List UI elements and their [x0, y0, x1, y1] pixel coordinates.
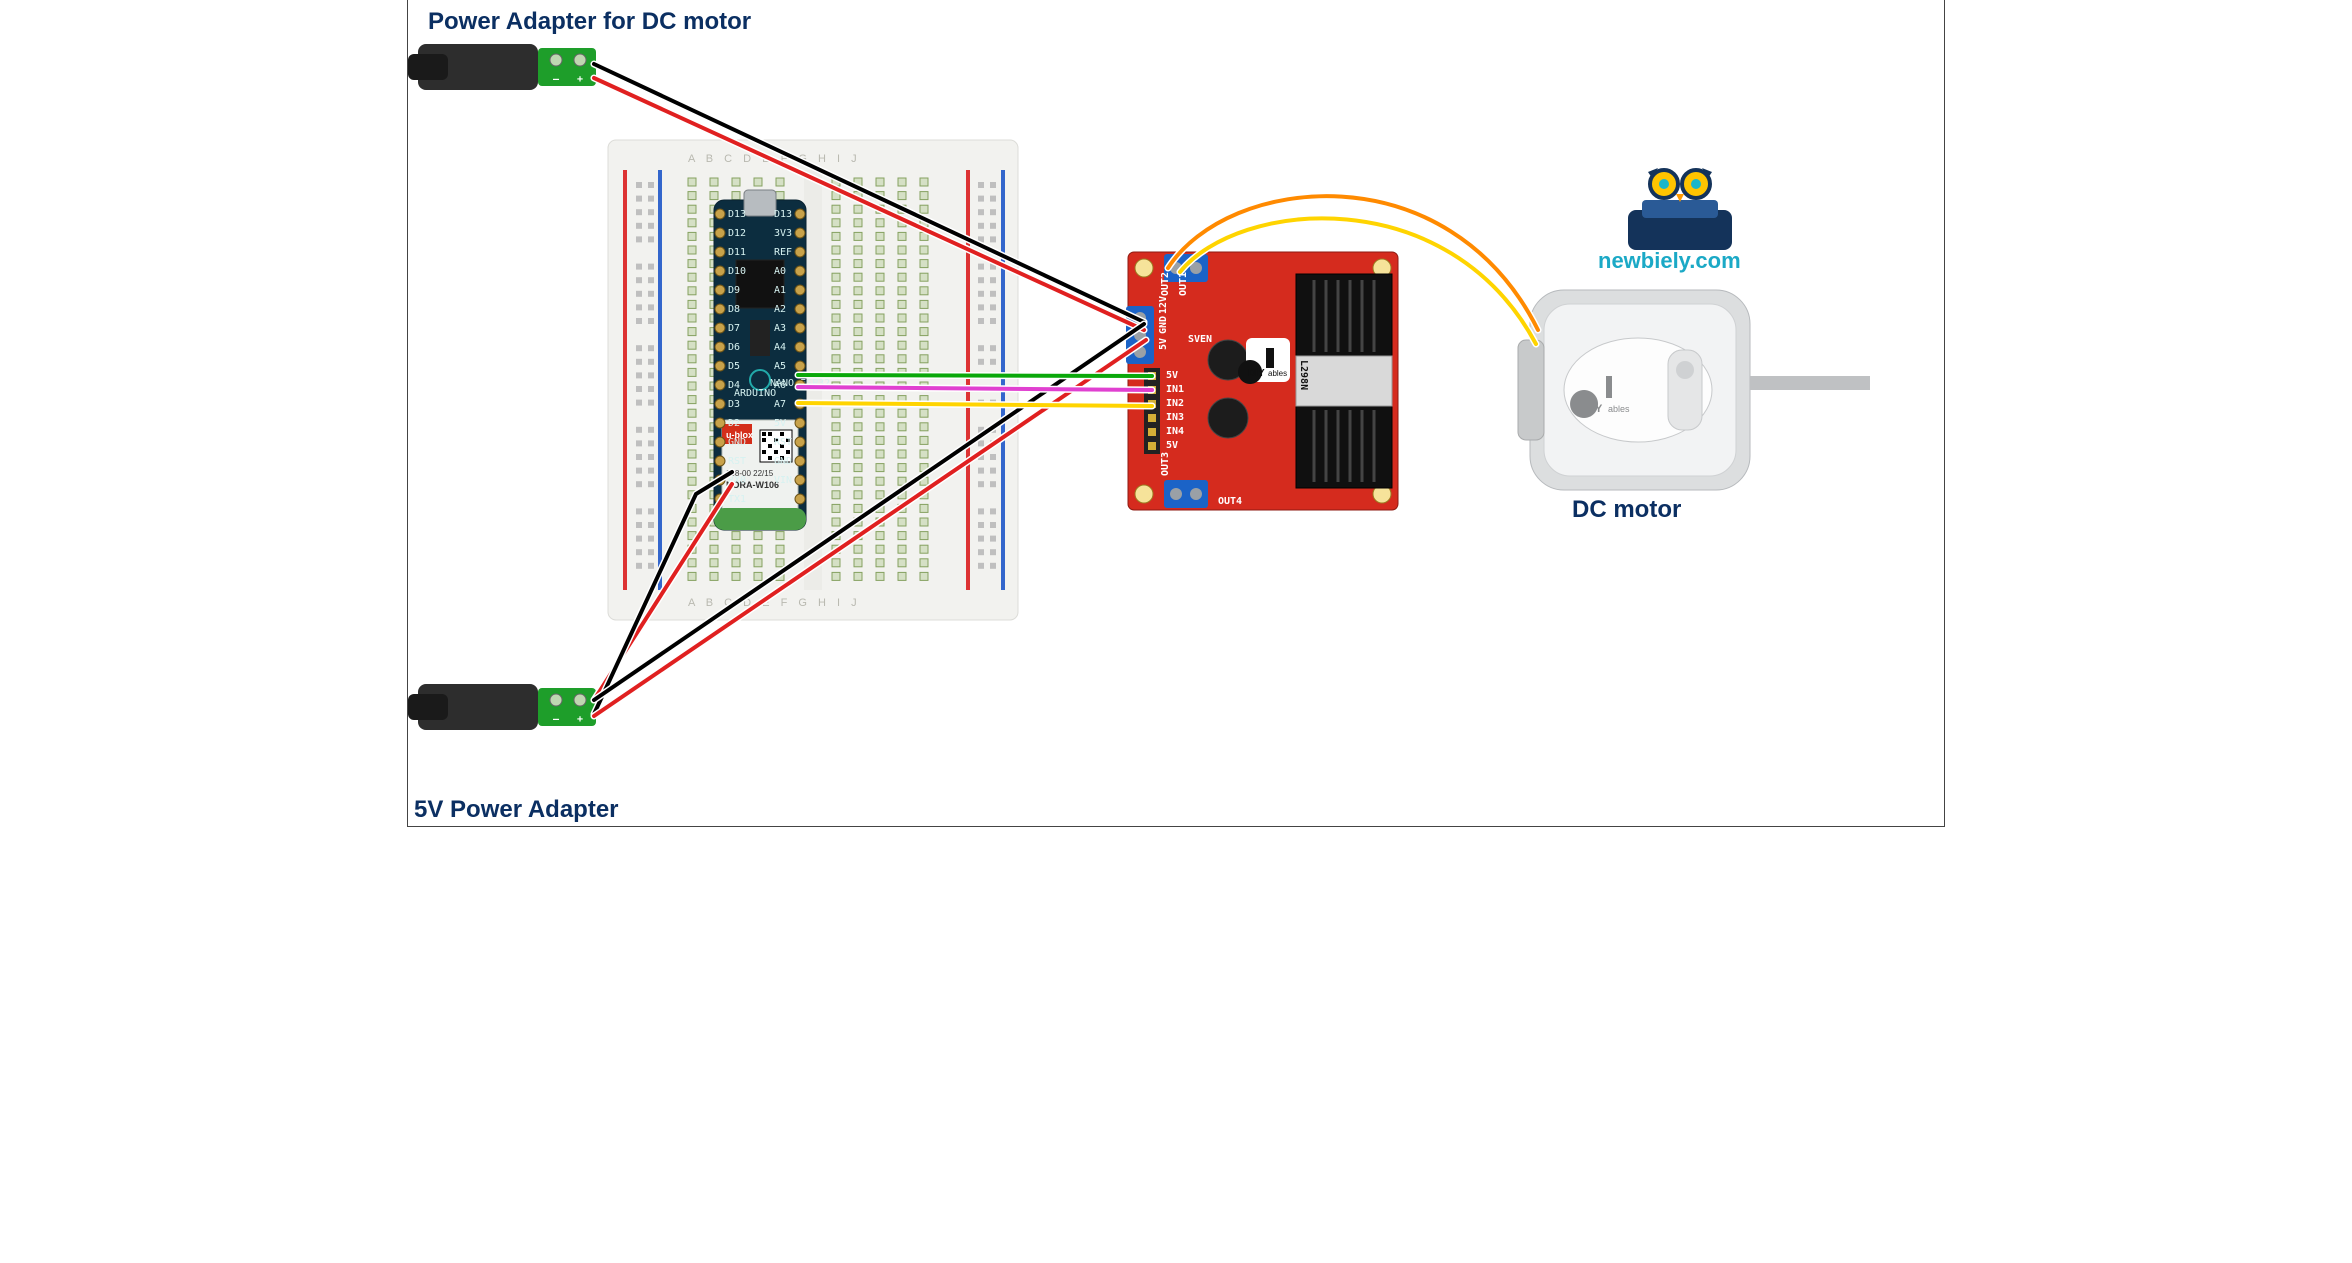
svg-text:ARDUINO: ARDUINO	[734, 388, 776, 399]
svg-text:5V: 5V	[1166, 370, 1178, 381]
svg-text:12V: 12V	[1158, 296, 1169, 314]
svg-text:OUT4: OUT4	[1218, 496, 1242, 507]
svg-text:VIN: VIN	[774, 475, 792, 486]
svg-text:D3: D3	[728, 399, 740, 410]
svg-text:L298N: L298N	[1298, 360, 1309, 390]
svg-text:RST: RST	[774, 437, 792, 448]
svg-text:+: +	[577, 74, 583, 85]
svg-text:TX1: TX1	[728, 494, 746, 505]
svg-text:ables: ables	[1608, 404, 1630, 414]
power-adapter-top: – +	[408, 44, 596, 90]
l298n-control-header	[1144, 368, 1160, 454]
svg-text:D11: D11	[728, 247, 746, 258]
svg-text:D4: D4	[728, 380, 740, 391]
svg-text:3V3: 3V3	[774, 228, 792, 239]
svg-text:A1: A1	[774, 285, 786, 296]
svg-text:OUT1: OUT1	[1178, 272, 1189, 296]
svg-text:D2: D2	[728, 418, 740, 429]
svg-text:SVEN: SVEN	[1188, 334, 1212, 345]
svg-text:A4: A4	[774, 342, 786, 353]
svg-text:D8: D8	[728, 304, 740, 315]
svg-text:ables: ables	[1268, 369, 1287, 378]
svg-text:REF: REF	[774, 247, 792, 258]
svg-text:IN3: IN3	[1166, 412, 1184, 423]
brand-owl-icon	[1628, 168, 1732, 250]
svg-text:A B C D E F: A B C D E F G H I J	[688, 597, 861, 609]
svg-text:–: –	[553, 714, 560, 725]
svg-text:IN1: IN1	[1166, 384, 1184, 395]
svg-text:5V: 5V	[1158, 338, 1169, 350]
svg-text:DIY: DIY	[1248, 368, 1265, 379]
svg-text:D5: D5	[728, 361, 740, 372]
svg-text:IN4: IN4	[1166, 426, 1184, 437]
svg-text:A0: A0	[774, 266, 786, 277]
svg-text:GND: GND	[728, 437, 746, 448]
svg-text:DIY: DIY	[1584, 403, 1603, 415]
power-adapter-bottom: – +	[408, 684, 596, 730]
svg-text:D12: D12	[728, 228, 746, 239]
svg-text:GND: GND	[774, 456, 792, 467]
svg-text:D10: D10	[728, 266, 746, 277]
dc-motor: DIY ables	[1518, 290, 1870, 490]
svg-text:A7: A7	[774, 399, 786, 410]
l298n-out34	[1164, 480, 1208, 508]
svg-text:A6: A6	[774, 380, 786, 391]
svg-text:D13: D13	[728, 209, 746, 220]
svg-text:OUT2: OUT2	[1160, 272, 1171, 296]
svg-text:OUT3: OUT3	[1160, 452, 1171, 476]
svg-text:5V: 5V	[1166, 440, 1178, 451]
svg-text:IN2: IN2	[1166, 398, 1184, 409]
diagram-svg: newbiely.com newbiely.com newbiely.com –…	[408, 0, 1944, 826]
svg-text:A3: A3	[774, 323, 786, 334]
svg-text:D6: D6	[728, 342, 740, 353]
wire-arduino-d5-to-l298-ena	[798, 375, 1152, 376]
svg-text:+: +	[577, 714, 583, 725]
svg-text:D7: D7	[728, 323, 740, 334]
svg-text:D9: D9	[728, 285, 740, 296]
svg-text:5V: 5V	[774, 418, 786, 429]
svg-text:D13: D13	[774, 209, 792, 220]
svg-text:A2: A2	[774, 304, 786, 315]
l298n-driver: L298N DIY ables OUT2 OUT1 OUT3 OUT4	[1126, 252, 1398, 510]
svg-text:A5: A5	[774, 361, 786, 372]
svg-text:GND: GND	[1158, 316, 1169, 334]
svg-text:–: –	[553, 74, 560, 85]
svg-text:RST: RST	[728, 456, 746, 467]
